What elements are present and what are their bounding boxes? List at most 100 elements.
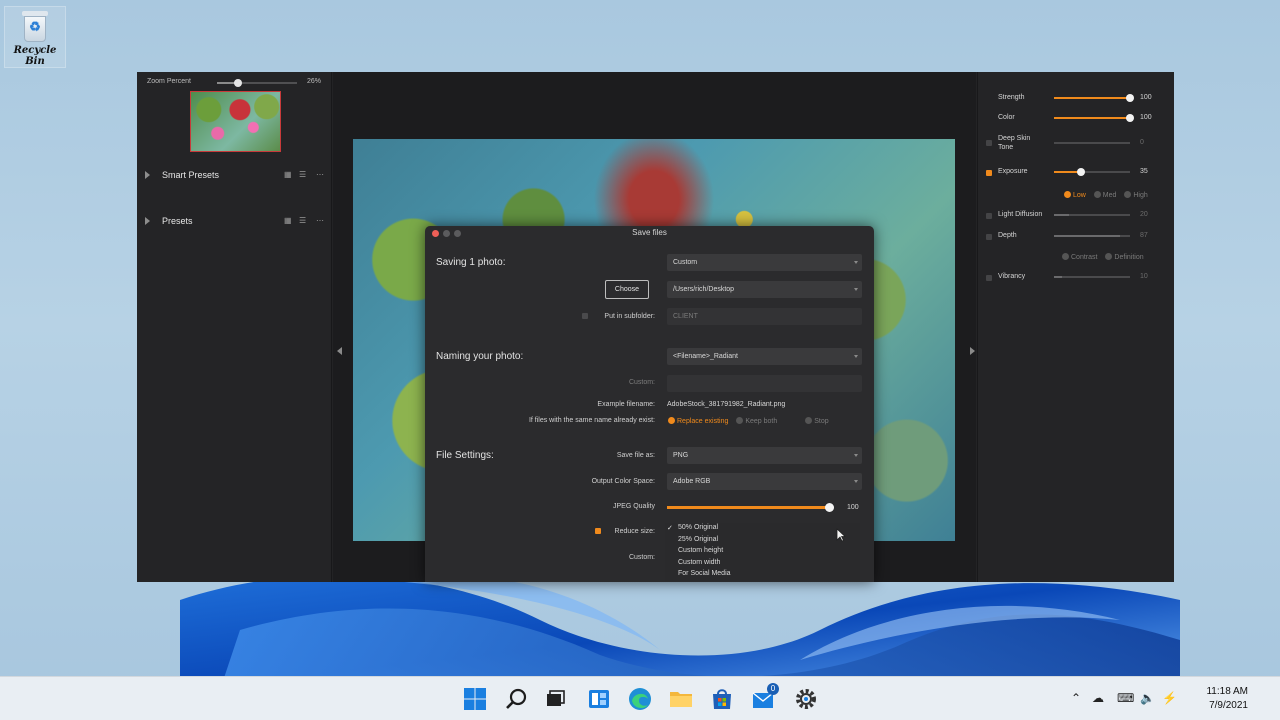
- battery-icon[interactable]: ⚡: [1162, 691, 1177, 705]
- slider-knob[interactable]: [1126, 94, 1134, 102]
- zoom-label: Zoom Percent: [147, 78, 191, 85]
- recycle-bin-desktop-icon[interactable]: ♻ Recycle Bin: [4, 6, 66, 68]
- more-icon[interactable]: ⋯: [316, 216, 324, 225]
- jpeg-quality-knob[interactable]: [825, 503, 834, 512]
- clock-date: 7/9/2021: [1209, 700, 1248, 711]
- expand-triangle-icon[interactable]: [145, 171, 150, 179]
- slider-knob[interactable]: [1126, 114, 1134, 122]
- task-view-icon[interactable]: [543, 687, 567, 711]
- settings-icon[interactable]: [794, 687, 818, 711]
- color-space-select[interactable]: Adobe RGB: [667, 473, 862, 490]
- adj-checkbox[interactable]: [986, 170, 992, 176]
- more-icon[interactable]: ⋯: [316, 170, 324, 179]
- adj-value: 10: [1140, 273, 1148, 280]
- jpeg-quality-slider[interactable]: [667, 503, 834, 512]
- save-as-label: Save file as:: [616, 452, 655, 459]
- adj-exposure[interactable]: Exposure 35: [978, 168, 1174, 182]
- subfolder-placeholder: CLIENT: [673, 313, 698, 320]
- stop-radio[interactable]: Stop: [805, 417, 829, 425]
- depth-definition-radio[interactable]: Definition: [1105, 253, 1144, 261]
- adj-label: Deep Skin Tone: [998, 135, 1031, 151]
- network-icon[interactable]: ⌨: [1117, 691, 1134, 705]
- adj-value: 35: [1140, 168, 1148, 175]
- photo-thumbnail[interactable]: [190, 91, 281, 152]
- dropdown-option[interactable]: Custom height: [678, 547, 723, 554]
- file-explorer-icon[interactable]: [669, 687, 693, 711]
- windows-start-icon[interactable]: [463, 687, 487, 711]
- adj-slider[interactable]: [1054, 235, 1130, 237]
- next-arrow-icon[interactable]: [970, 347, 975, 355]
- dropdown-option[interactable]: 25% Original: [678, 536, 718, 543]
- adj-checkbox[interactable]: [986, 213, 992, 219]
- zoom-control: Zoom Percent 26%: [147, 78, 325, 90]
- subfolder-input[interactable]: CLIENT: [667, 308, 862, 325]
- adj-strength[interactable]: Strength 100: [978, 94, 1174, 108]
- mouse-cursor-icon: [836, 528, 847, 542]
- onedrive-cloud-icon[interactable]: ☁: [1092, 691, 1104, 705]
- recycle-bin-icon: ♻: [20, 11, 50, 43]
- adj-light-diffusion[interactable]: Light Diffusion 20: [978, 211, 1174, 225]
- adj-slider[interactable]: [1054, 94, 1134, 102]
- keep-both-radio[interactable]: Keep both: [736, 417, 777, 425]
- chevron-up-icon[interactable]: ⌃: [1071, 691, 1081, 705]
- edge-icon[interactable]: [628, 687, 652, 711]
- search-icon[interactable]: [505, 687, 529, 711]
- exposure-high-radio[interactable]: High: [1124, 191, 1148, 199]
- dropdown-option[interactable]: 50% Original: [678, 524, 718, 531]
- custom-name-input[interactable]: [667, 375, 862, 392]
- exposure-med-radio[interactable]: Med: [1093, 191, 1116, 199]
- grid-view-icon[interactable]: ▦: [284, 216, 292, 225]
- previous-arrow-icon[interactable]: [337, 347, 342, 355]
- adj-slider[interactable]: [1054, 142, 1130, 144]
- adj-deep-skin-tone[interactable]: Deep Skin Tone 0: [978, 134, 1174, 156]
- chevron-down-icon: [854, 355, 858, 358]
- path-select[interactable]: /Users/rich/Desktop: [667, 281, 862, 298]
- zoom-slider-knob[interactable]: [233, 79, 242, 87]
- dropdown-option[interactable]: Custom width: [678, 559, 720, 566]
- adj-depth[interactable]: Depth 87: [978, 232, 1174, 246]
- zoom-slider[interactable]: [217, 79, 297, 87]
- replace-existing-radio[interactable]: Replace existing: [668, 417, 728, 425]
- depth-contrast-radio[interactable]: Contrast: [1062, 253, 1097, 261]
- list-view-icon[interactable]: ☰: [299, 216, 306, 225]
- adj-label: Exposure: [998, 168, 1028, 175]
- reduce-size-dropdown[interactable]: ✓ 50% Original 25% Original Custom heigh…: [665, 523, 860, 581]
- slider-fill: [1054, 276, 1062, 278]
- destination-select[interactable]: Custom: [667, 254, 862, 271]
- custom-name-label: Custom:: [628, 379, 655, 386]
- file-type-select[interactable]: PNG: [667, 447, 862, 464]
- taskbar-clock[interactable]: 11:18 AM 7/9/2021: [1196, 685, 1248, 713]
- dropdown-option[interactable]: For Social Media: [678, 570, 731, 577]
- adj-slider[interactable]: [1054, 168, 1130, 176]
- adj-vibrancy[interactable]: Vibrancy 10: [978, 273, 1174, 287]
- store-icon[interactable]: [710, 687, 734, 711]
- adj-slider[interactable]: [1054, 214, 1130, 216]
- slider-knob[interactable]: [1076, 168, 1085, 176]
- smart-presets-section[interactable]: Smart Presets ▦ ☰ ⋯: [137, 168, 332, 184]
- adj-slider[interactable]: [1054, 114, 1134, 122]
- jpeg-quality-label: JPEG Quality: [612, 503, 655, 510]
- choose-button[interactable]: Choose: [605, 280, 649, 299]
- expand-triangle-icon[interactable]: [145, 217, 150, 225]
- example-filename-label: Example filename:: [597, 401, 655, 408]
- naming-select[interactable]: <Filename>_Radiant: [667, 348, 862, 365]
- presets-label: Presets: [162, 216, 193, 226]
- adj-value: 20: [1140, 211, 1148, 218]
- grid-view-icon[interactable]: ▦: [284, 170, 292, 179]
- color-space-value: Adobe RGB: [673, 478, 711, 485]
- adj-value: 100: [1140, 114, 1152, 121]
- widgets-icon[interactable]: [587, 687, 611, 711]
- slider-fill: [1054, 235, 1121, 237]
- adj-color[interactable]: Color 100: [978, 114, 1174, 128]
- presets-section[interactable]: Presets ▦ ☰ ⋯: [137, 214, 332, 230]
- adj-checkbox[interactable]: [986, 234, 992, 240]
- adj-value: 100: [1140, 94, 1152, 101]
- list-view-icon[interactable]: ☰: [299, 170, 306, 179]
- volume-icon[interactable]: 🔈: [1140, 691, 1155, 705]
- adj-checkbox[interactable]: [986, 140, 992, 146]
- exposure-low-radio[interactable]: Low: [1064, 191, 1086, 199]
- saving-heading: Saving 1 photo:: [436, 257, 506, 268]
- adj-checkbox[interactable]: [986, 275, 992, 281]
- reduce-custom-label: Custom:: [628, 554, 655, 561]
- adj-slider[interactable]: [1054, 276, 1130, 278]
